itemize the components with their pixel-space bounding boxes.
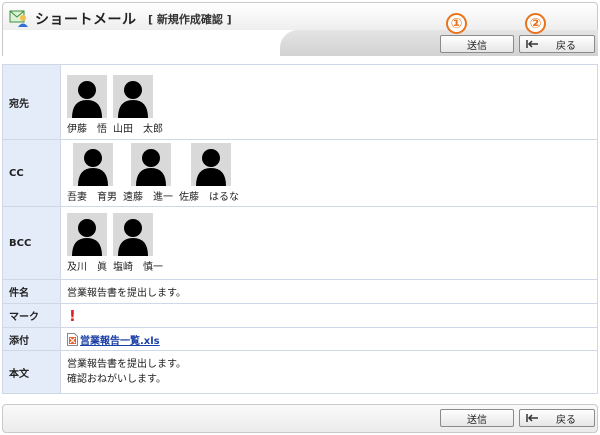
user-avatar-icon bbox=[73, 143, 113, 186]
footer-send-button-label: 送信 bbox=[467, 414, 487, 426]
subject-label: 件名 bbox=[2, 279, 61, 304]
bcc-row: BCC 及川 眞 塩崎 慎一 bbox=[2, 206, 598, 280]
body-label: 本文 bbox=[2, 350, 61, 394]
attachment-link[interactable]: 営業報告一覧.xls bbox=[80, 336, 160, 347]
user-avatar-icon bbox=[67, 213, 107, 256]
back-arrow-icon bbox=[525, 39, 539, 49]
back-button-label: 戻る bbox=[556, 40, 576, 52]
subject-row: 件名 営業報告書を提出します。 bbox=[2, 279, 598, 304]
user-avatar-icon bbox=[131, 143, 171, 186]
user-name: 吾妻 育男 bbox=[67, 192, 117, 203]
user-avatar-icon bbox=[191, 143, 231, 186]
user-avatar-icon bbox=[113, 75, 153, 118]
user-name: 山田 太郎 bbox=[113, 124, 163, 135]
cc-value: 吾妻 育男 遠藤 進一 佐藤 はるな bbox=[60, 139, 598, 207]
callout-2: ② bbox=[525, 13, 546, 34]
body-line: 確認おねがいします。 bbox=[67, 374, 166, 385]
message-confirm-table: 宛先 伊藤 悟 山田 太郎 CC 吾妻 育男 遠藤 進一 佐藤 はるな BCC … bbox=[2, 64, 598, 394]
page-subtitle: [ 新規作成確認 ] bbox=[148, 13, 232, 26]
footer-back-button-label: 戻る bbox=[556, 414, 576, 426]
body-line: 営業報告書を提出します。 bbox=[67, 359, 186, 370]
mark-label: マーク bbox=[2, 303, 61, 328]
mark-row: マーク ! bbox=[2, 303, 598, 328]
user-name: 遠藤 進一 bbox=[123, 192, 173, 203]
attachment-row: 添付 営業報告一覧.xls bbox=[2, 327, 598, 351]
user-card[interactable]: 山田 太郎 bbox=[113, 75, 163, 135]
user-card[interactable]: 塩崎 慎一 bbox=[113, 213, 163, 273]
footer-back-button[interactable]: 戻る bbox=[519, 409, 595, 427]
mail-user-icon bbox=[9, 8, 29, 27]
page-title: ショートメール bbox=[35, 12, 137, 28]
cc-row: CC 吾妻 育男 遠藤 進一 佐藤 はるな bbox=[2, 139, 598, 207]
user-card[interactable]: 及川 眞 bbox=[67, 213, 107, 273]
user-card[interactable]: 遠藤 進一 bbox=[123, 143, 173, 203]
bcc-label: BCC bbox=[2, 206, 61, 280]
cc-user-list: 吾妻 育男 遠藤 進一 佐藤 はるな bbox=[67, 143, 597, 203]
user-card[interactable]: 吾妻 育男 bbox=[67, 143, 117, 203]
to-row: 宛先 伊藤 悟 山田 太郎 bbox=[2, 64, 598, 140]
excel-file-icon bbox=[67, 332, 78, 346]
cc-label: CC bbox=[2, 139, 61, 207]
user-name: 及川 眞 bbox=[67, 262, 107, 273]
back-button[interactable]: 戻る bbox=[519, 35, 595, 53]
to-label: 宛先 bbox=[2, 64, 61, 140]
bcc-value: 及川 眞 塩崎 慎一 bbox=[60, 206, 598, 280]
user-name: 塩崎 慎一 bbox=[113, 262, 163, 273]
body-row: 本文 営業報告書を提出します。 確認おねがいします。 bbox=[2, 350, 598, 394]
mark-value: ! bbox=[60, 303, 598, 328]
attachment-value: 営業報告一覧.xls bbox=[60, 327, 598, 351]
page-header: ショートメール [ 新規作成確認 ] bbox=[2, 2, 598, 30]
user-avatar-icon bbox=[67, 75, 107, 118]
footer-send-button[interactable]: 送信 bbox=[440, 409, 514, 427]
user-card[interactable]: 佐藤 はるな bbox=[179, 143, 239, 203]
exclamation-icon: ! bbox=[69, 306, 76, 325]
user-avatar-icon bbox=[113, 213, 153, 256]
to-value: 伊藤 悟 山田 太郎 bbox=[60, 64, 598, 140]
attachment-label: 添付 bbox=[2, 327, 61, 351]
user-card[interactable]: 伊藤 悟 bbox=[67, 75, 107, 135]
callout-1: ① bbox=[446, 13, 467, 34]
user-name: 伊藤 悟 bbox=[67, 124, 107, 135]
send-button[interactable]: 送信 bbox=[440, 35, 514, 53]
back-arrow-icon bbox=[525, 413, 539, 423]
body-value: 営業報告書を提出します。 確認おねがいします。 bbox=[60, 350, 598, 394]
bcc-user-list: 及川 眞 塩崎 慎一 bbox=[67, 213, 597, 273]
to-user-list: 伊藤 悟 山田 太郎 bbox=[67, 75, 597, 135]
send-button-label: 送信 bbox=[467, 40, 487, 52]
user-name: 佐藤 はるな bbox=[179, 192, 239, 203]
subject-value: 営業報告書を提出します。 bbox=[60, 279, 598, 304]
